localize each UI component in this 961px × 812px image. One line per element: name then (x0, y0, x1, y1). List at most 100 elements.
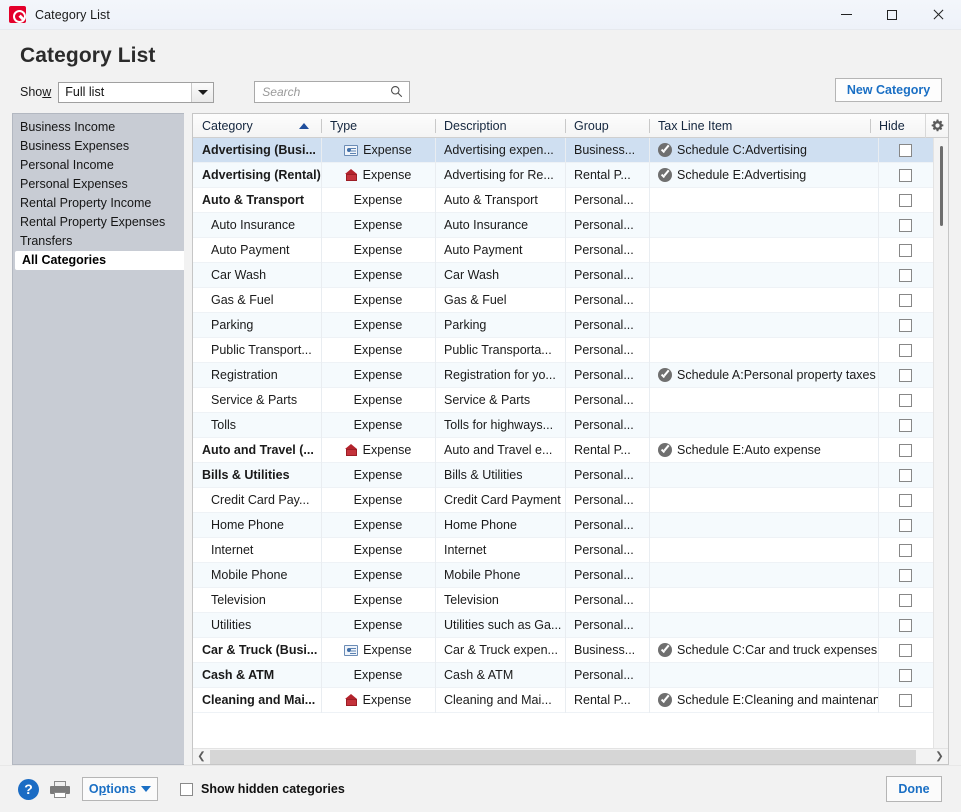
table-row[interactable]: Registration Expense Registration for yo..… (193, 362, 933, 388)
hide-checkbox[interactable] (899, 618, 912, 632)
page-header: Category List (0, 30, 961, 68)
show-hidden-checkbox-box[interactable] (180, 782, 193, 796)
table-row[interactable]: Parking Expense Parking Personal... (193, 312, 933, 338)
hide-checkbox[interactable] (899, 343, 912, 357)
table-row[interactable]: Credit Card Pay... Expense Credit Card Pay… (193, 487, 933, 513)
sidebar-item-rental-property-expenses[interactable]: Rental Property Expenses (13, 213, 184, 232)
business-card-icon (344, 144, 359, 156)
table-row[interactable]: Cleaning and Mai... Expense Cleaning and M… (193, 687, 933, 713)
table-row[interactable]: Cash & ATM Expense Cash & ATM Personal... (193, 662, 933, 688)
sidebar-item-rental-property-income[interactable]: Rental Property Income (13, 194, 184, 213)
cell-description: Parking (435, 312, 565, 338)
hide-checkbox[interactable] (899, 193, 912, 207)
check-circle-icon (658, 143, 672, 157)
horizontal-scrollbar-thumb[interactable] (210, 749, 916, 764)
table-row[interactable]: Car Wash Expense Car Wash Personal... (193, 262, 933, 288)
column-header-hide[interactable]: Hide (870, 114, 925, 138)
done-button[interactable]: Done (886, 776, 942, 802)
cell-type: Expense (321, 162, 435, 188)
cell-category: Car & Truck (Busi... (202, 642, 318, 657)
table-row[interactable]: Bills & Utilities Expense Bills & Utilitie… (193, 462, 933, 488)
sidebar-item-personal-expenses[interactable]: Personal Expenses (13, 175, 184, 194)
maximize-button[interactable] (869, 0, 915, 30)
cell-tax-line-item (649, 262, 878, 288)
table-row[interactable]: Auto Insurance Expense Auto Insurance Perso… (193, 212, 933, 238)
scroll-left-button[interactable]: ❮ (193, 749, 210, 765)
column-settings-button[interactable] (925, 113, 948, 138)
sidebar-item-personal-income[interactable]: Personal Income (13, 156, 184, 175)
cell-category: Internet (211, 542, 254, 557)
sort-ascending-icon (299, 122, 309, 129)
hide-checkbox[interactable] (899, 218, 912, 232)
hide-checkbox[interactable] (899, 393, 912, 407)
hide-checkbox[interactable] (899, 518, 912, 532)
hide-checkbox[interactable] (899, 643, 912, 657)
close-button[interactable] (915, 0, 961, 30)
minimize-button[interactable] (823, 0, 869, 30)
sidebar-item-all-categories[interactable]: All Categories (15, 251, 184, 270)
hide-checkbox[interactable] (899, 168, 912, 182)
hide-checkbox[interactable] (899, 568, 912, 582)
hide-checkbox[interactable] (899, 418, 912, 432)
table-row[interactable]: Home Phone Expense Home Phone Personal... (193, 512, 933, 538)
table-row[interactable]: Auto & Transport Expense Auto & Transport P… (193, 187, 933, 213)
sidebar-item-business-expenses[interactable]: Business Expenses (13, 137, 184, 156)
table-row[interactable]: Internet Expense Internet Personal... (193, 537, 933, 563)
vertical-scrollbar-thumb[interactable] (940, 146, 943, 226)
hide-checkbox[interactable] (899, 143, 912, 157)
cell-category: Parking (211, 317, 254, 332)
cell-group: Personal... (565, 487, 649, 513)
column-header-description[interactable]: Description (435, 114, 565, 138)
table-row[interactable]: Car & Truck (Busi... Expense Car & Truck e… (193, 637, 933, 663)
table-row[interactable]: Advertising (Rental) Expense Advertising f… (193, 162, 933, 188)
table-row[interactable]: Gas & Fuel Expense Gas & Fuel Personal... (193, 287, 933, 313)
column-header-type[interactable]: Type (321, 114, 435, 138)
options-button[interactable]: Options (82, 777, 158, 801)
hide-checkbox[interactable] (899, 443, 912, 457)
hide-checkbox[interactable] (899, 593, 912, 607)
cell-group: Personal... (565, 212, 649, 238)
table-row[interactable]: Public Transport... Expense Public Transpo… (193, 337, 933, 363)
hide-checkbox[interactable] (899, 293, 912, 307)
table-horizontal-scrollbar[interactable]: ❮ ❯ (193, 748, 948, 764)
column-header-tax-line-item[interactable]: Tax Line Item (649, 114, 870, 138)
table-row[interactable]: Auto and Travel (... Expense Auto and Trav… (193, 437, 933, 463)
hide-checkbox[interactable] (899, 668, 912, 682)
cell-hide (878, 687, 933, 713)
help-button[interactable]: ? (18, 778, 39, 800)
cell-group: Personal... (565, 562, 649, 588)
cell-type-label: Expense (353, 542, 403, 557)
table-row[interactable]: Auto Payment Expense Auto Payment Personal.… (193, 237, 933, 263)
business-card-icon (344, 644, 359, 656)
hide-checkbox[interactable] (899, 318, 912, 332)
table-row[interactable]: Utilities Expense Utilities such as Ga... P… (193, 612, 933, 638)
cell-group: Personal... (565, 287, 649, 313)
column-header-group[interactable]: Group (565, 114, 649, 138)
sidebar-item-business-income[interactable]: Business Income (13, 118, 184, 137)
show-filter-dropdown[interactable]: Full list (58, 81, 215, 103)
hide-checkbox[interactable] (899, 243, 912, 257)
hide-checkbox[interactable] (899, 468, 912, 482)
print-icon[interactable] (50, 780, 70, 798)
cell-description: Car & Truck expen... (435, 637, 565, 663)
hide-checkbox[interactable] (899, 368, 912, 382)
new-category-button[interactable]: New Category (835, 78, 942, 102)
show-filter-arrow[interactable] (191, 82, 214, 102)
hide-checkbox[interactable] (899, 543, 912, 557)
column-header-category[interactable]: Category (193, 114, 321, 138)
table-row[interactable]: Tolls Expense Tolls for highways... Persona… (193, 412, 933, 438)
search-input[interactable]: Search (254, 81, 411, 103)
table-row[interactable]: Service & Parts Expense Service & Parts Per… (193, 387, 933, 413)
cell-type-label: Expense (362, 442, 412, 457)
hide-checkbox[interactable] (899, 493, 912, 507)
cell-description: Service & Parts (435, 387, 565, 413)
table-vertical-scrollbar[interactable] (933, 138, 948, 748)
table-row[interactable]: Advertising (Busi... Expense Advertising e… (193, 138, 933, 163)
table-row[interactable]: Television Expense Television Personal... (193, 587, 933, 613)
sidebar-item-transfers[interactable]: Transfers (13, 232, 184, 251)
hide-checkbox[interactable] (899, 693, 912, 707)
show-hidden-categories-checkbox[interactable]: Show hidden categories (180, 782, 345, 796)
hide-checkbox[interactable] (899, 268, 912, 282)
table-row[interactable]: Mobile Phone Expense Mobile Phone Personal.… (193, 562, 933, 588)
scroll-right-button[interactable]: ❯ (931, 749, 948, 765)
